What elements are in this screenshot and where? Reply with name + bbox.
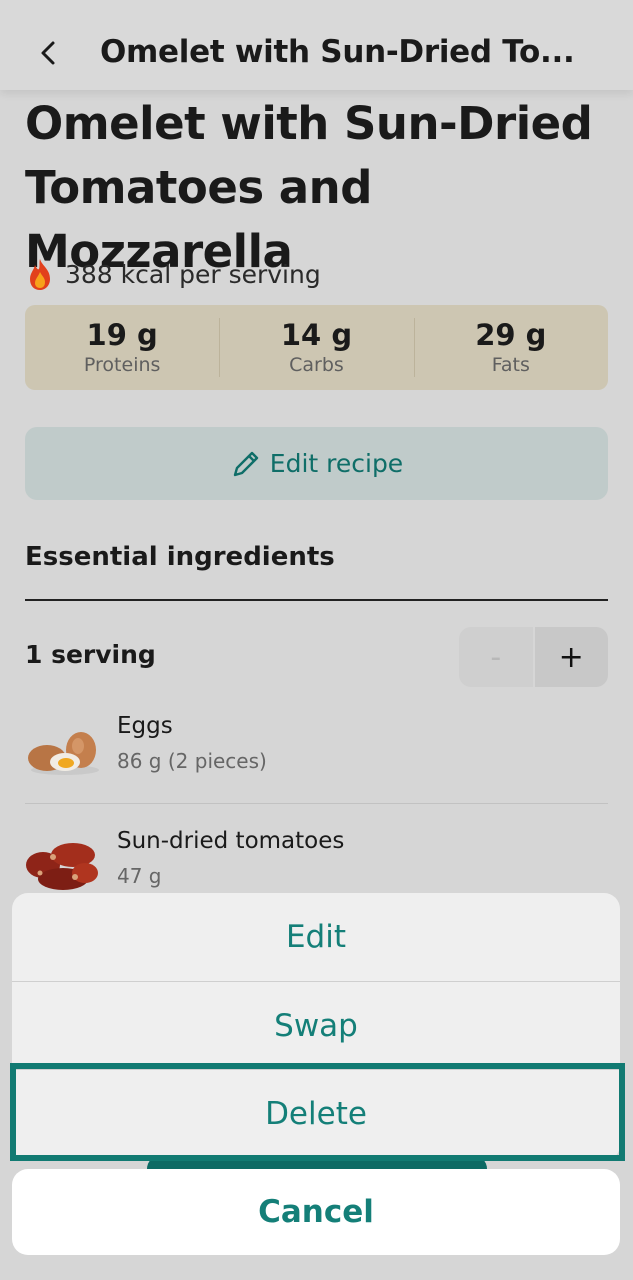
action-sheet: Edit Swap Delete [12,893,620,1161]
calories-text: 388 kcal per serving [65,259,321,289]
macro-fats: 29 g Fats [413,305,608,390]
ingredient-name: Eggs [117,713,173,739]
section-title: Essential ingredients [25,542,335,572]
cancel-button[interactable]: Cancel [12,1169,620,1255]
macro-value: 29 g [475,317,547,352]
macro-label: Carbs [289,353,344,376]
ingredient-divider [25,803,608,804]
pencil-icon [233,451,258,476]
sun-dried-tomatoes-image [26,843,98,890]
swap-option[interactable]: Swap [12,981,620,1069]
eggs-image [28,732,99,775]
ingredient-item[interactable]: Eggs 86 g (2 pieces) [25,710,608,800]
top-bar: Omelet with Sun-Dried To... [0,0,633,90]
delete-option[interactable]: Delete [12,1069,620,1157]
decrease-serving-button[interactable]: - [459,627,533,687]
edit-option[interactable]: Edit [12,893,620,981]
ingredient-amount: 86 g (2 pieces) [117,749,267,773]
back-arrow-icon[interactable] [34,38,64,68]
increase-serving-button[interactable]: + [532,627,608,687]
macro-label: Fats [491,353,530,376]
macros-panel: 19 g Proteins 14 g Carbs 29 g Fats [25,305,608,390]
edit-recipe-label: Edit recipe [269,449,404,478]
header-title: Omelet with Sun-Dried To... [100,34,575,70]
calories-row: 388 kcal per serving [25,255,321,293]
edit-recipe-button[interactable]: Edit recipe [25,427,608,500]
macro-carbs: 14 g Carbs [219,305,413,390]
flame-icon [30,259,50,290]
serving-stepper: - + [459,627,608,687]
section-divider [25,599,608,601]
macro-label: Proteins [83,353,161,376]
ingredient-name: Sun-dried tomatoes [117,828,345,854]
ingredient-amount: 47 g [117,864,162,888]
serving-label: 1 serving [25,640,156,669]
macro-value: 14 g [280,317,353,352]
macro-value: 19 g [86,317,158,352]
macro-proteins: 19 g Proteins [25,305,219,390]
